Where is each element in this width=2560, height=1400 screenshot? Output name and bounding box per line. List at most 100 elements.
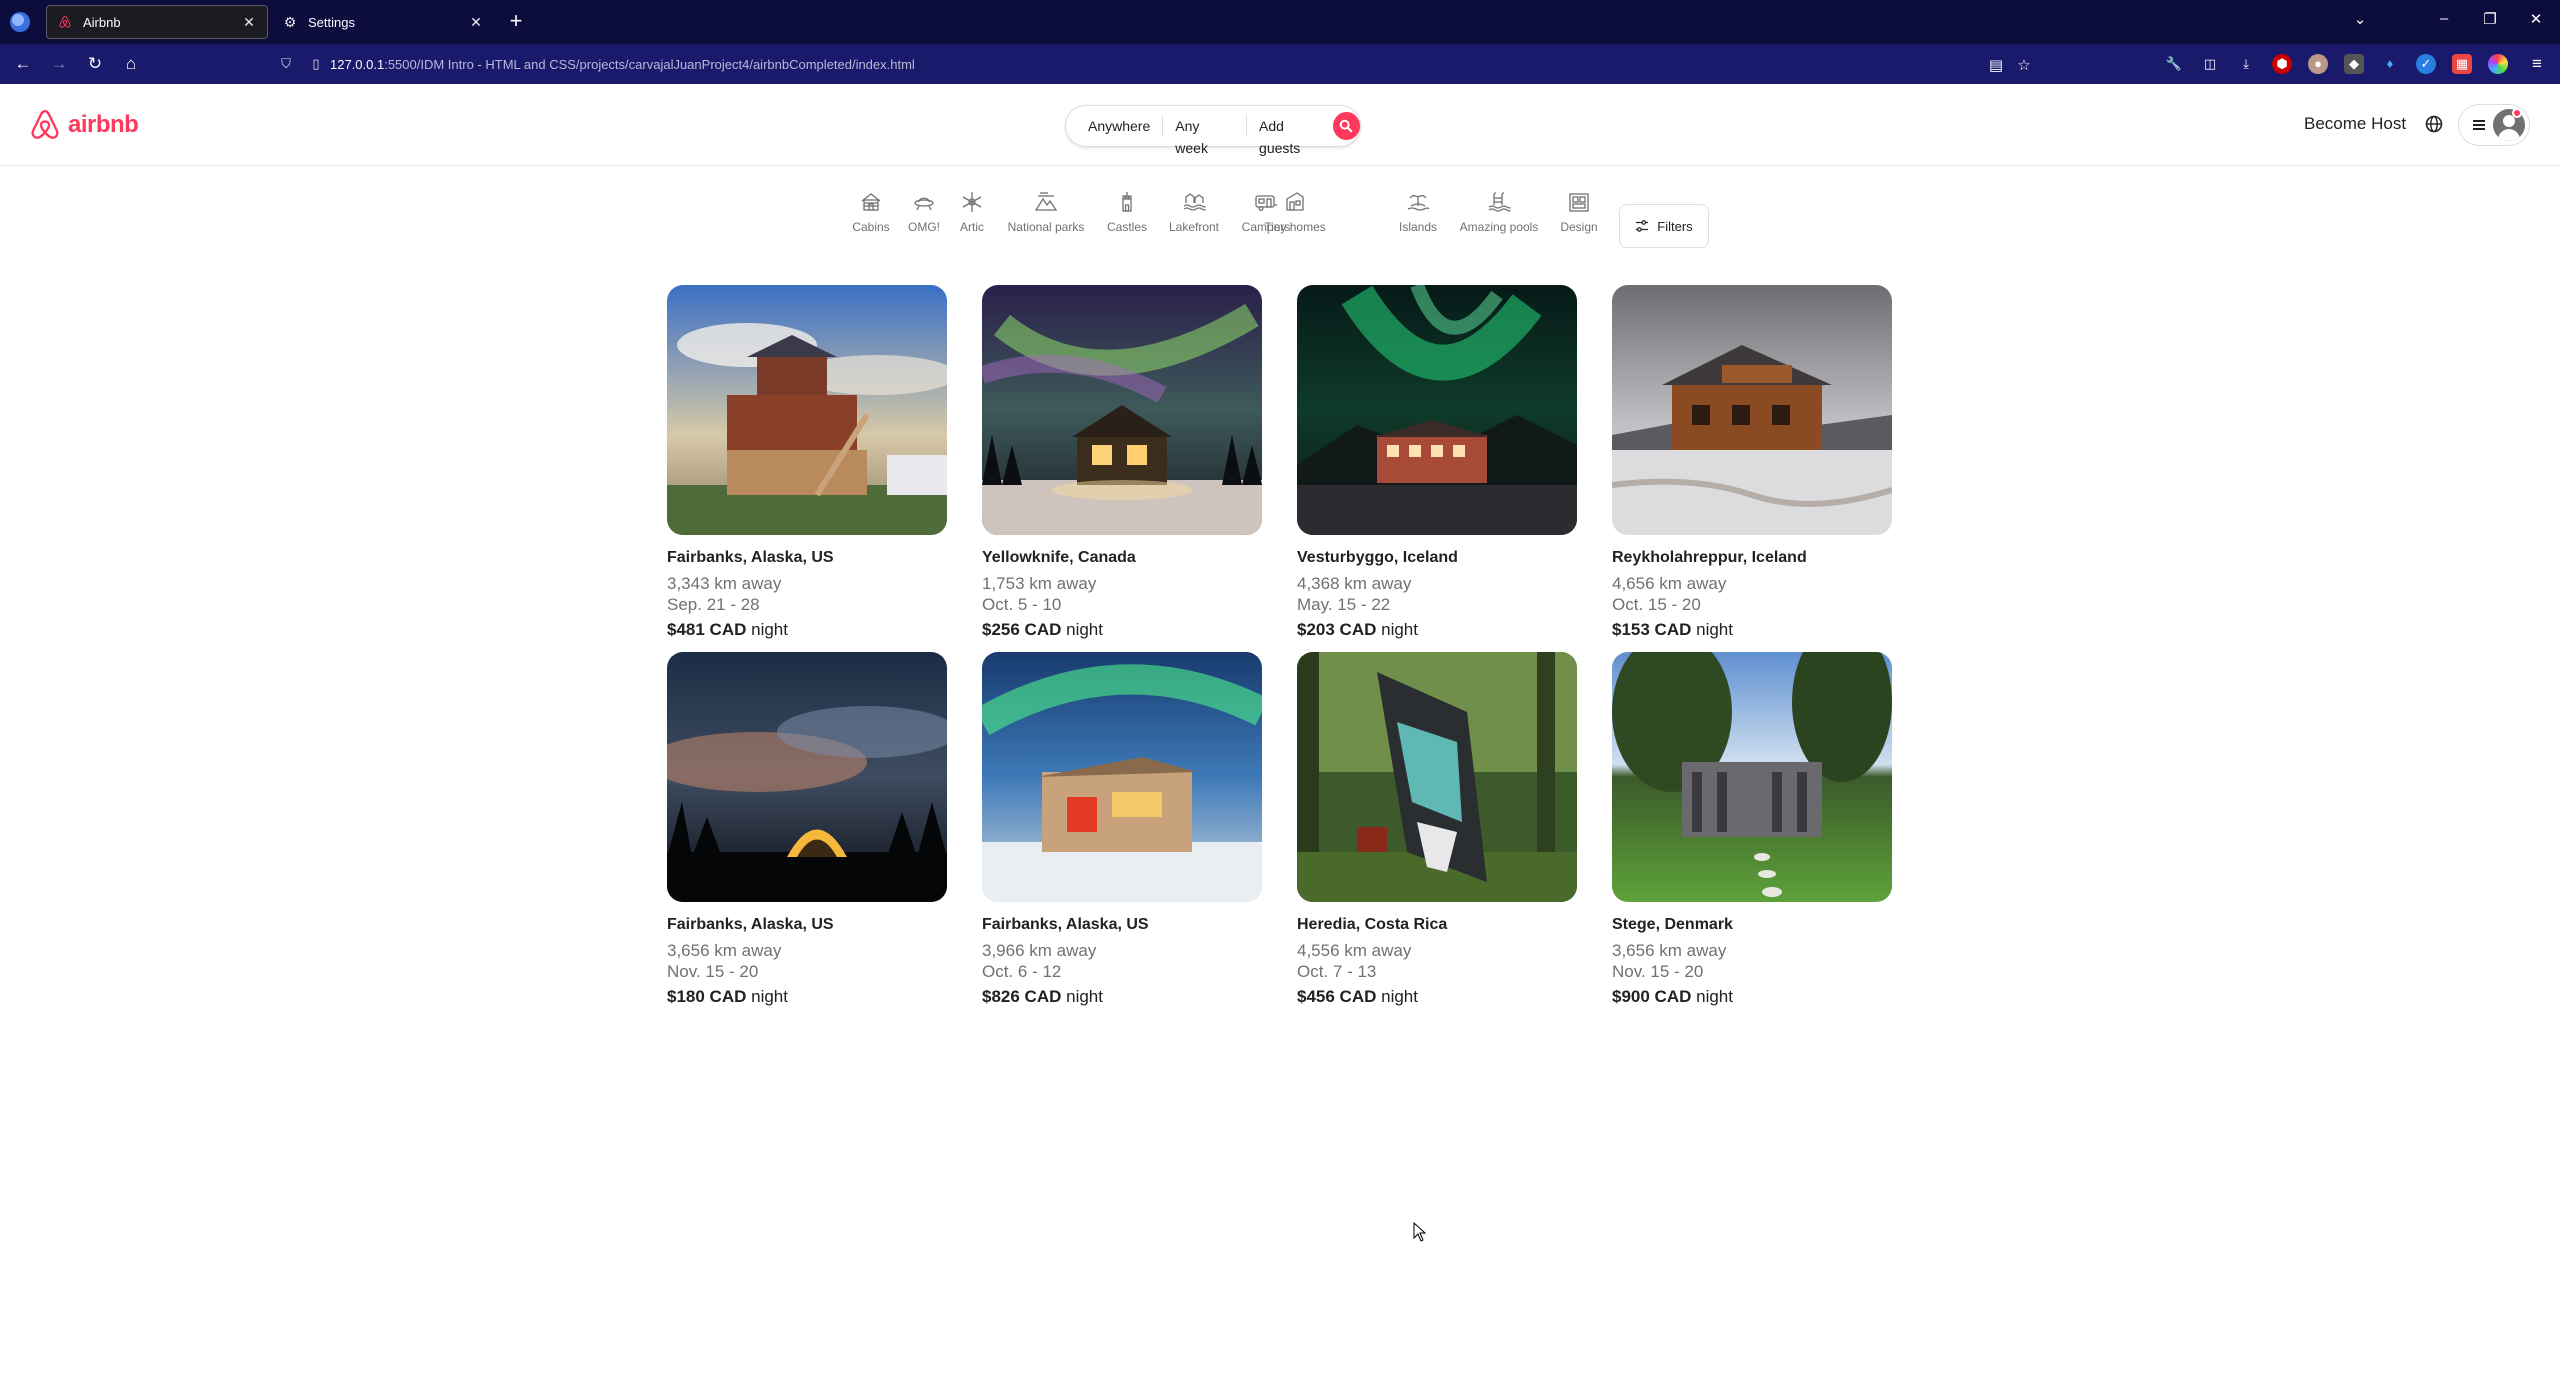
become-host-link[interactable]: Become Host bbox=[2304, 114, 2406, 134]
search-any-week[interactable]: Any week bbox=[1162, 115, 1246, 156]
listing-distance: 4,556 km away bbox=[1297, 941, 1412, 960]
listing-dates: May. 15 - 22 bbox=[1297, 595, 1391, 614]
listing-price-unit: night bbox=[1696, 987, 1733, 1006]
reader-view-icon[interactable]: ▤ bbox=[1986, 56, 2006, 74]
category-castles[interactable]: Castles bbox=[1104, 190, 1150, 234]
category-omg[interactable]: OMG! bbox=[904, 190, 944, 234]
listing-location: Yellowknife, Canada bbox=[982, 549, 1136, 566]
category-label: Artic bbox=[960, 220, 984, 234]
url-bar[interactable]: ⛉ ▯ 127.0.0.1:5500/IDM Intro - HTML and … bbox=[270, 49, 2031, 79]
listing-location: Reykholahreppur, Iceland bbox=[1612, 549, 1807, 566]
listing-card[interactable]: Fairbanks, Alaska, US 3,343 km away Sep.… bbox=[667, 285, 947, 640]
listing-photo[interactable] bbox=[1297, 652, 1577, 902]
extension-icon[interactable]: ♦ bbox=[2380, 54, 2400, 74]
listing-photo[interactable] bbox=[1612, 652, 1892, 902]
reload-icon[interactable]: ↻ bbox=[84, 53, 106, 75]
tab-settings[interactable]: ⚙ Settings ✕ bbox=[272, 5, 494, 39]
listing-photo[interactable] bbox=[667, 285, 947, 535]
extension-icon[interactable]: ◆ bbox=[2344, 54, 2364, 74]
search-add-guests[interactable]: Add guests bbox=[1246, 115, 1331, 156]
listing-location: Fairbanks, Alaska, US bbox=[982, 916, 1149, 933]
page-icon: ▯ bbox=[312, 56, 320, 71]
listing-card[interactable]: Reykholahreppur, Iceland 4,656 km away O… bbox=[1612, 285, 1892, 640]
home-icon[interactable]: ⌂ bbox=[120, 53, 142, 75]
search-button[interactable] bbox=[1332, 112, 1360, 140]
category-lakefront[interactable]: Lakefront bbox=[1166, 190, 1222, 234]
extension-icon[interactable]: ▦ bbox=[2452, 54, 2472, 74]
category-cabins[interactable]: Cabins bbox=[851, 190, 891, 234]
listing-card[interactable]: Yellowknife, Canada 1,753 km away Oct. 5… bbox=[982, 285, 1262, 640]
extension-icon[interactable]: ● bbox=[2308, 54, 2328, 74]
filters-label: Filters bbox=[1657, 218, 1693, 234]
close-icon[interactable]: ✕ bbox=[239, 14, 259, 31]
listing-price: $900 CAD bbox=[1612, 987, 1692, 1006]
gear-icon: ⚙ bbox=[283, 13, 297, 30]
listing-price-row: $826 CAD night bbox=[982, 987, 1262, 1007]
listing-price: $826 CAD bbox=[982, 987, 1062, 1006]
category-label: Castles bbox=[1106, 220, 1147, 234]
search-anywhere[interactable]: Anywhere bbox=[1066, 115, 1162, 137]
tab-airbnb[interactable]: Airbnb ✕ bbox=[46, 5, 268, 39]
listing-dates: Oct. 15 - 20 bbox=[1612, 595, 1701, 614]
listing-photo[interactable] bbox=[982, 652, 1262, 902]
listing-photo[interactable] bbox=[667, 652, 947, 902]
listing-distance: 1,753 km away bbox=[982, 574, 1097, 593]
listing-card[interactable]: Fairbanks, Alaska, US 3,656 km away Nov.… bbox=[667, 652, 947, 1007]
airbnb-logo[interactable]: airbnb bbox=[28, 108, 139, 142]
listing-dates: Nov. 15 - 20 bbox=[667, 962, 759, 981]
extension-icon[interactable]: ✓ bbox=[2416, 54, 2436, 74]
listing-price: $180 CAD bbox=[667, 987, 747, 1006]
browser-tab-bar: Airbnb ✕ ⚙ Settings ✕ + ⌄ – ❐ ✕ bbox=[0, 0, 2560, 44]
new-tab-button[interactable]: + bbox=[504, 10, 528, 34]
category-national-parks[interactable]: National parks bbox=[1004, 190, 1088, 234]
listing-photo[interactable] bbox=[982, 285, 1262, 535]
listing-photo[interactable] bbox=[1297, 285, 1577, 535]
listing-card[interactable]: Fairbanks, Alaska, US 3,966 km away Oct.… bbox=[982, 652, 1262, 1007]
browser-nav-bar: ← → ↻ ⌂ ⛉ ▯ 127.0.0.1:5500/IDM Intro - H… bbox=[0, 44, 2560, 84]
globe-icon[interactable] bbox=[2424, 114, 2444, 134]
listing-price: $481 CAD bbox=[667, 620, 747, 639]
listing-card[interactable]: Stege, Denmark 3,656 km away Nov. 15 - 2… bbox=[1612, 652, 1892, 1007]
app-menu-icon[interactable]: ≡ bbox=[2526, 53, 2548, 75]
color-picker-icon[interactable] bbox=[2488, 54, 2508, 74]
category-bar: Cabins OMG! Artic National parks Castles… bbox=[0, 190, 2560, 250]
listing-card[interactable]: Vesturbyggo, Iceland 4,368 km away May. … bbox=[1297, 285, 1577, 640]
listing-price-unit: night bbox=[751, 987, 788, 1006]
listing-price-row: $256 CAD night bbox=[982, 620, 1262, 640]
listing-photo[interactable] bbox=[1612, 285, 1892, 535]
category-design[interactable]: Design bbox=[1558, 190, 1600, 234]
wrench-icon[interactable]: 🔧 bbox=[2164, 54, 2184, 74]
download-icon[interactable]: ⤓ bbox=[2236, 54, 2256, 74]
ublock-icon[interactable]: ⬢ bbox=[2272, 54, 2292, 74]
forward-icon[interactable]: → bbox=[48, 53, 70, 75]
restore-button[interactable]: ❐ bbox=[2470, 10, 2510, 28]
category-amazing-pools[interactable]: Amazing pools bbox=[1456, 190, 1542, 234]
bookmark-star-icon[interactable]: ☆ bbox=[2014, 56, 2034, 74]
search-bar[interactable]: Anywhere Any week Add guests bbox=[1065, 105, 1361, 156]
list-all-tabs-icon[interactable]: ⌄ bbox=[2340, 10, 2380, 28]
filters-button[interactable]: Filters bbox=[1619, 204, 1709, 248]
category-tiny-homes[interactable]: Tiny homes bbox=[1262, 190, 1328, 234]
lake-icon bbox=[1183, 193, 1206, 211]
pocket-icon[interactable]: ◫ bbox=[2200, 54, 2220, 74]
sliders-icon bbox=[1636, 220, 1649, 232]
airbnb-icon bbox=[57, 14, 73, 30]
category-islands[interactable]: Islands bbox=[1396, 190, 1440, 234]
firefox-icon[interactable] bbox=[10, 12, 30, 32]
listing-card[interactable]: Heredia, Costa Rica 4,556 km away Oct. 7… bbox=[1297, 652, 1577, 1007]
shield-icon[interactable]: ⛉ bbox=[278, 56, 294, 72]
minimize-button[interactable]: – bbox=[2424, 10, 2464, 27]
category-label: Lakefront bbox=[1168, 220, 1220, 234]
category-artic[interactable]: Artic bbox=[954, 190, 990, 234]
close-window-button[interactable]: ✕ bbox=[2516, 10, 2556, 28]
url-text: 127.0.0.1:5500/IDM Intro - HTML and CSS/… bbox=[330, 57, 915, 72]
listing-price-row: $153 CAD night bbox=[1612, 620, 1892, 640]
close-icon[interactable]: ✕ bbox=[466, 14, 486, 31]
listing-distance: 4,656 km away bbox=[1612, 574, 1727, 593]
listing-price-unit: night bbox=[751, 620, 788, 639]
listing-dates: Nov. 15 - 20 bbox=[1612, 962, 1704, 981]
listing-dates: Oct. 5 - 10 bbox=[982, 595, 1062, 614]
tab-title: Settings bbox=[308, 14, 355, 30]
back-icon[interactable]: ← bbox=[12, 53, 34, 75]
listing-price: $153 CAD bbox=[1612, 620, 1692, 639]
